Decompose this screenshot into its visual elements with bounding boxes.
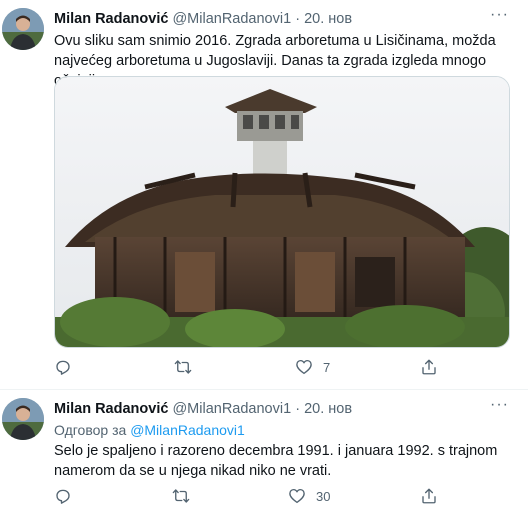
reply-icon[interactable]	[54, 486, 72, 506]
tweet-date[interactable]: 20. нов	[304, 11, 352, 27]
reply-prefix: Одговор за	[54, 422, 127, 438]
avatar[interactable]	[2, 398, 44, 440]
tweet[interactable]: Milan Radanović @MilanRadanovi1 · 20. но…	[0, 390, 528, 517]
more-icon[interactable]: ···	[490, 397, 508, 418]
tweet-actions: 7	[54, 357, 454, 377]
author-handle[interactable]: @MilanRadanovi1	[172, 11, 291, 27]
like-button[interactable]: 7	[295, 357, 330, 377]
avatar[interactable]	[2, 8, 44, 50]
author-handle[interactable]: @MilanRadanovi1	[172, 401, 291, 417]
like-button[interactable]: 30	[288, 486, 330, 506]
tweet-text: Selo je spaljeno i razoreno decembra 199…	[54, 443, 498, 479]
tweet[interactable]: Milan Radanović @MilanRadanovi1 · 20. но…	[0, 0, 528, 390]
tweet-photo[interactable]	[54, 76, 510, 348]
retweet-icon[interactable]	[172, 486, 190, 506]
dot-separator: ·	[295, 11, 301, 27]
author-name[interactable]: Milan Radanović	[54, 401, 168, 417]
author-name[interactable]: Milan Radanović	[54, 11, 168, 27]
reply-context: Одговор за @MilanRadanovi1	[54, 422, 245, 438]
share-icon[interactable]	[420, 357, 438, 377]
tweet-header: Milan Radanović @MilanRadanovi1 · 20. но…	[54, 401, 352, 417]
like-count: 7	[323, 359, 331, 375]
tweet-actions: 30	[54, 486, 454, 506]
like-icon	[295, 358, 313, 376]
arboretum-building-photo	[55, 77, 509, 347]
reply-to-handle-link[interactable]: @MilanRadanovi1	[130, 422, 245, 438]
like-count: 30	[316, 488, 331, 504]
like-icon	[288, 487, 306, 505]
more-icon[interactable]: ···	[490, 7, 508, 28]
retweet-icon[interactable]	[174, 357, 192, 377]
share-icon[interactable]	[420, 486, 438, 506]
dot-separator: ·	[295, 401, 301, 417]
tweet-date[interactable]: 20. нов	[304, 401, 352, 417]
reply-icon[interactable]	[54, 357, 72, 377]
tweet-header: Milan Radanović @MilanRadanovi1 · 20. но…	[54, 11, 352, 27]
